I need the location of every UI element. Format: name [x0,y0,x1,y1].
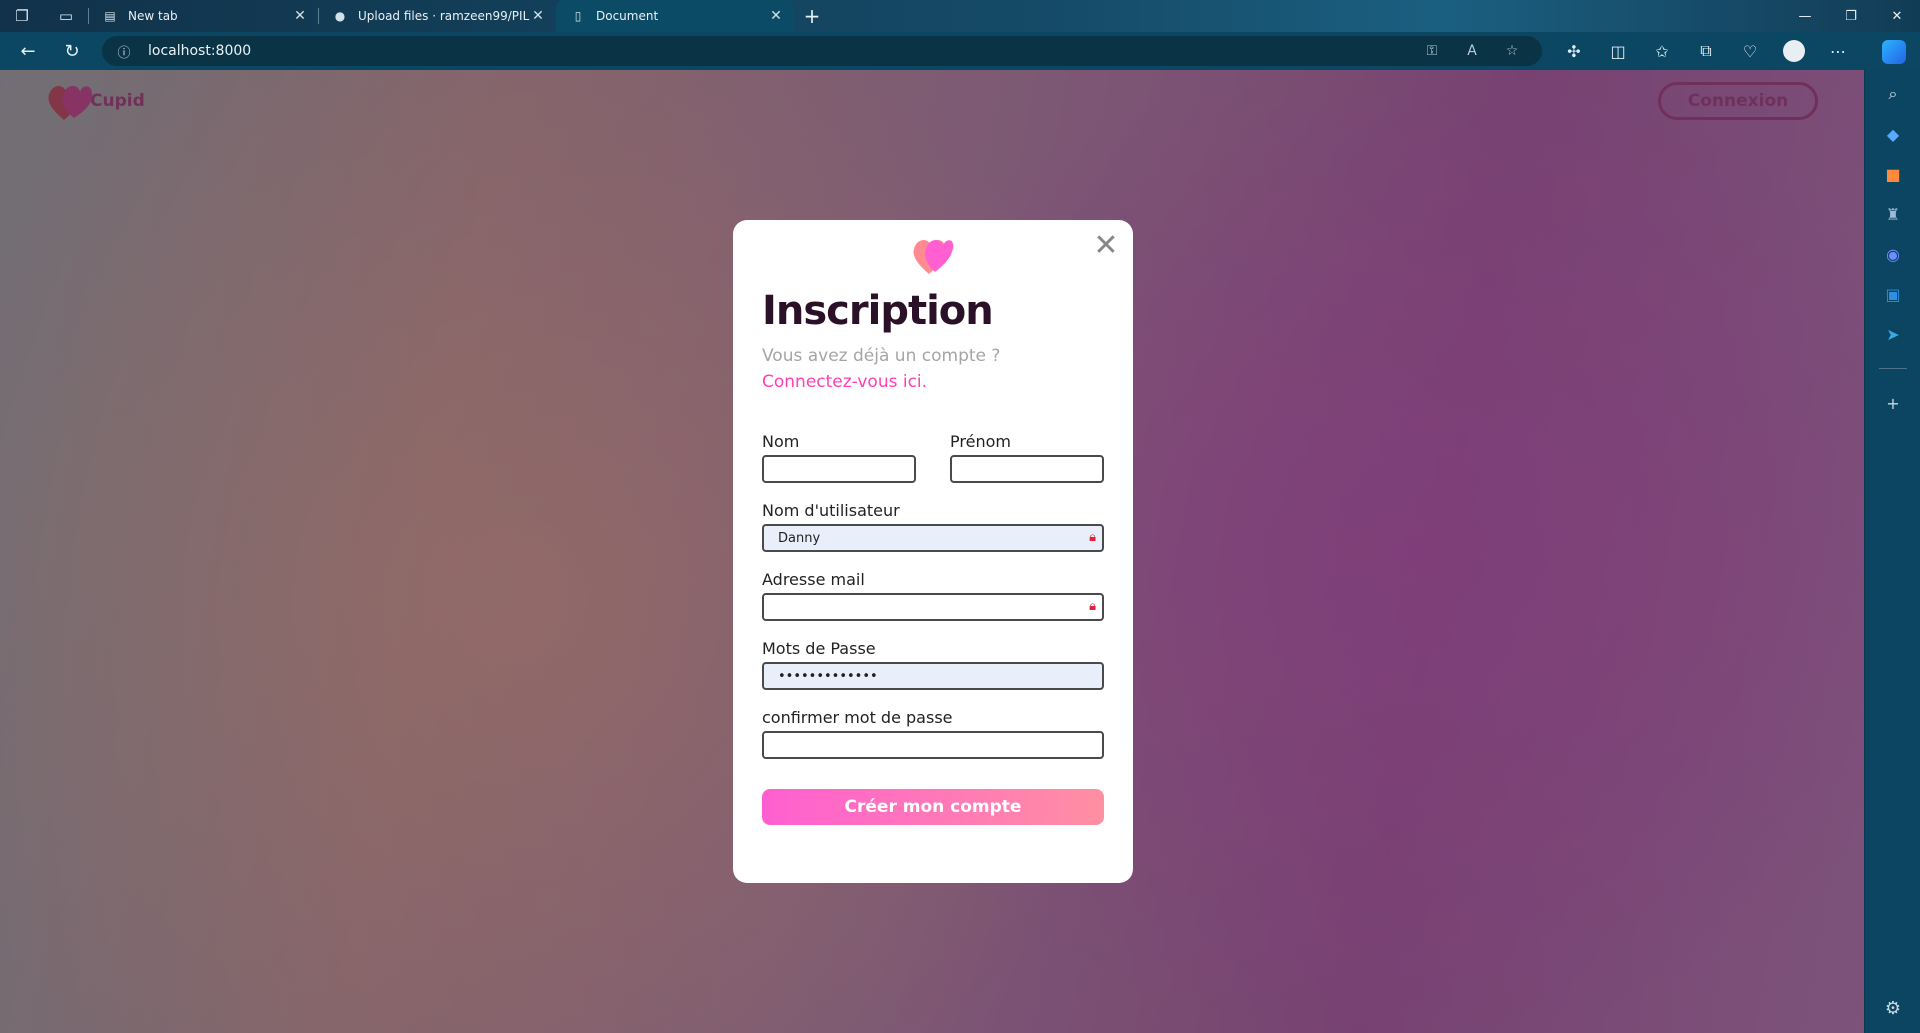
new-tab-button[interactable]: + [794,0,830,32]
prenom-label: Prénom [950,432,1011,451]
profile-avatar[interactable] [1783,40,1805,62]
tab-github[interactable]: ● Upload files · ramzeen99/PIL1_23 ✕ [318,0,556,32]
window-controls: — ❐ ✕ [1782,0,1920,32]
split-screen-icon[interactable]: ◫ [1596,42,1640,61]
edge-sidebar: ⌕ ◆ ■ ♜ ◉ ▣ ➤ + ⚙ [1864,70,1920,1033]
tab-document[interactable]: ▯ Document ✕ [556,0,794,32]
document-icon: ▯ [574,9,582,23]
signup-modal: ✕ Inscription Vous avez déjà un compte ?… [733,220,1133,883]
nom-input[interactable] [762,455,916,483]
games-icon[interactable]: ♜ [1865,194,1920,234]
search-icon[interactable]: ⌕ [1865,74,1920,114]
read-aloud-icon[interactable]: A [1452,43,1492,59]
refresh-icon[interactable]: ↻ [50,32,94,70]
add-icon[interactable]: + [1865,383,1920,423]
telegram-icon[interactable]: ➤ [1865,314,1920,354]
address-bar[interactable]: ⓘ localhost:8000 ⚿ A ☆ [102,36,1542,66]
close-icon[interactable]: ✕ [1091,231,1121,262]
key-icon[interactable]: ⚿ [1412,43,1452,59]
password-label: Mots de Passe [762,639,876,658]
workspaces-icon[interactable]: ❐ [0,0,44,32]
tools-icon[interactable]: ■ [1865,154,1920,194]
close-window-icon[interactable]: ✕ [1874,0,1920,32]
url-text[interactable]: localhost:8000 [148,43,251,59]
page-icon: ▤ [104,9,116,23]
tab-new-tab[interactable]: ▤ New tab ✕ [88,0,318,32]
tab-actions-icon[interactable]: ▭ [44,0,88,32]
username-value: Danny [778,530,821,546]
password-input[interactable]: ••••••••••••• [762,662,1104,690]
favorites-icon[interactable]: ✩ [1640,42,1684,61]
modal-subtitle: Vous avez déjà un compte ? [762,346,1001,366]
tab-strip: ❐ ▭ ▤ New tab ✕ ● Upload files · ramzeen… [0,0,1920,32]
sidebar-divider [1878,368,1907,369]
restore-icon[interactable]: ❐ [1828,0,1874,32]
password-manager-lock-icon[interactable]: 🔒︎ [1089,530,1096,545]
extensions-icon[interactable]: ✣ [1552,42,1596,61]
more-icon[interactable]: ⋯ [1816,42,1860,61]
tab-label: Upload files · ramzeen99/PIL1_23 [358,9,530,23]
login-link[interactable]: Connectez-vous ici. [762,372,927,392]
username-label: Nom d'utilisateur [762,501,900,520]
shopping-tag-icon[interactable]: ◆ [1865,114,1920,154]
username-input[interactable]: Danny 🔒︎ [762,524,1104,552]
close-icon[interactable]: ✕ [292,8,308,24]
tab-label: New tab [128,9,178,23]
back-icon[interactable]: ← [6,32,50,70]
tab-label: Document [596,9,659,23]
confirm-password-label: confirmer mot de passe [762,708,953,727]
browser-tools: ✣ ◫ ✩ ⧉ ♡ ⋯ [1552,32,1860,70]
confirm-password-input[interactable] [762,731,1104,759]
minimize-icon[interactable]: — [1782,0,1828,32]
prenom-input[interactable] [950,455,1104,483]
outlook-icon[interactable]: ▣ [1865,274,1920,314]
address-toolbar: ← ↻ ⓘ localhost:8000 ⚿ A ☆ ✣ ◫ ✩ ⧉ ♡ ⋯ [0,32,1920,70]
email-label: Adresse mail [762,570,865,589]
performance-icon[interactable]: ♡ [1728,42,1772,61]
info-icon[interactable]: ⓘ [108,42,140,61]
close-icon[interactable]: ✕ [530,8,546,24]
password-value: ••••••••••••• [778,668,878,684]
favorite-star-icon[interactable]: ☆ [1492,43,1532,59]
password-manager-lock-icon[interactable]: 🔒︎ [1089,599,1096,614]
close-icon[interactable]: ✕ [768,8,784,24]
copilot-app-icon[interactable]: ◉ [1865,234,1920,274]
copilot-icon[interactable] [1882,40,1906,64]
settings-gear-icon[interactable]: ⚙ [1865,991,1920,1025]
github-icon: ● [334,9,346,23]
page-viewport: Cupid Connexion ✕ Inscription Vous avez … [0,70,1864,1033]
create-account-button[interactable]: Créer mon compte [762,789,1104,825]
heart-logo-icon [911,236,955,276]
nom-label: Nom [762,432,800,451]
collections-icon[interactable]: ⧉ [1684,41,1728,61]
modal-title: Inscription [762,288,994,334]
email-input[interactable]: 🔒︎ [762,593,1104,621]
